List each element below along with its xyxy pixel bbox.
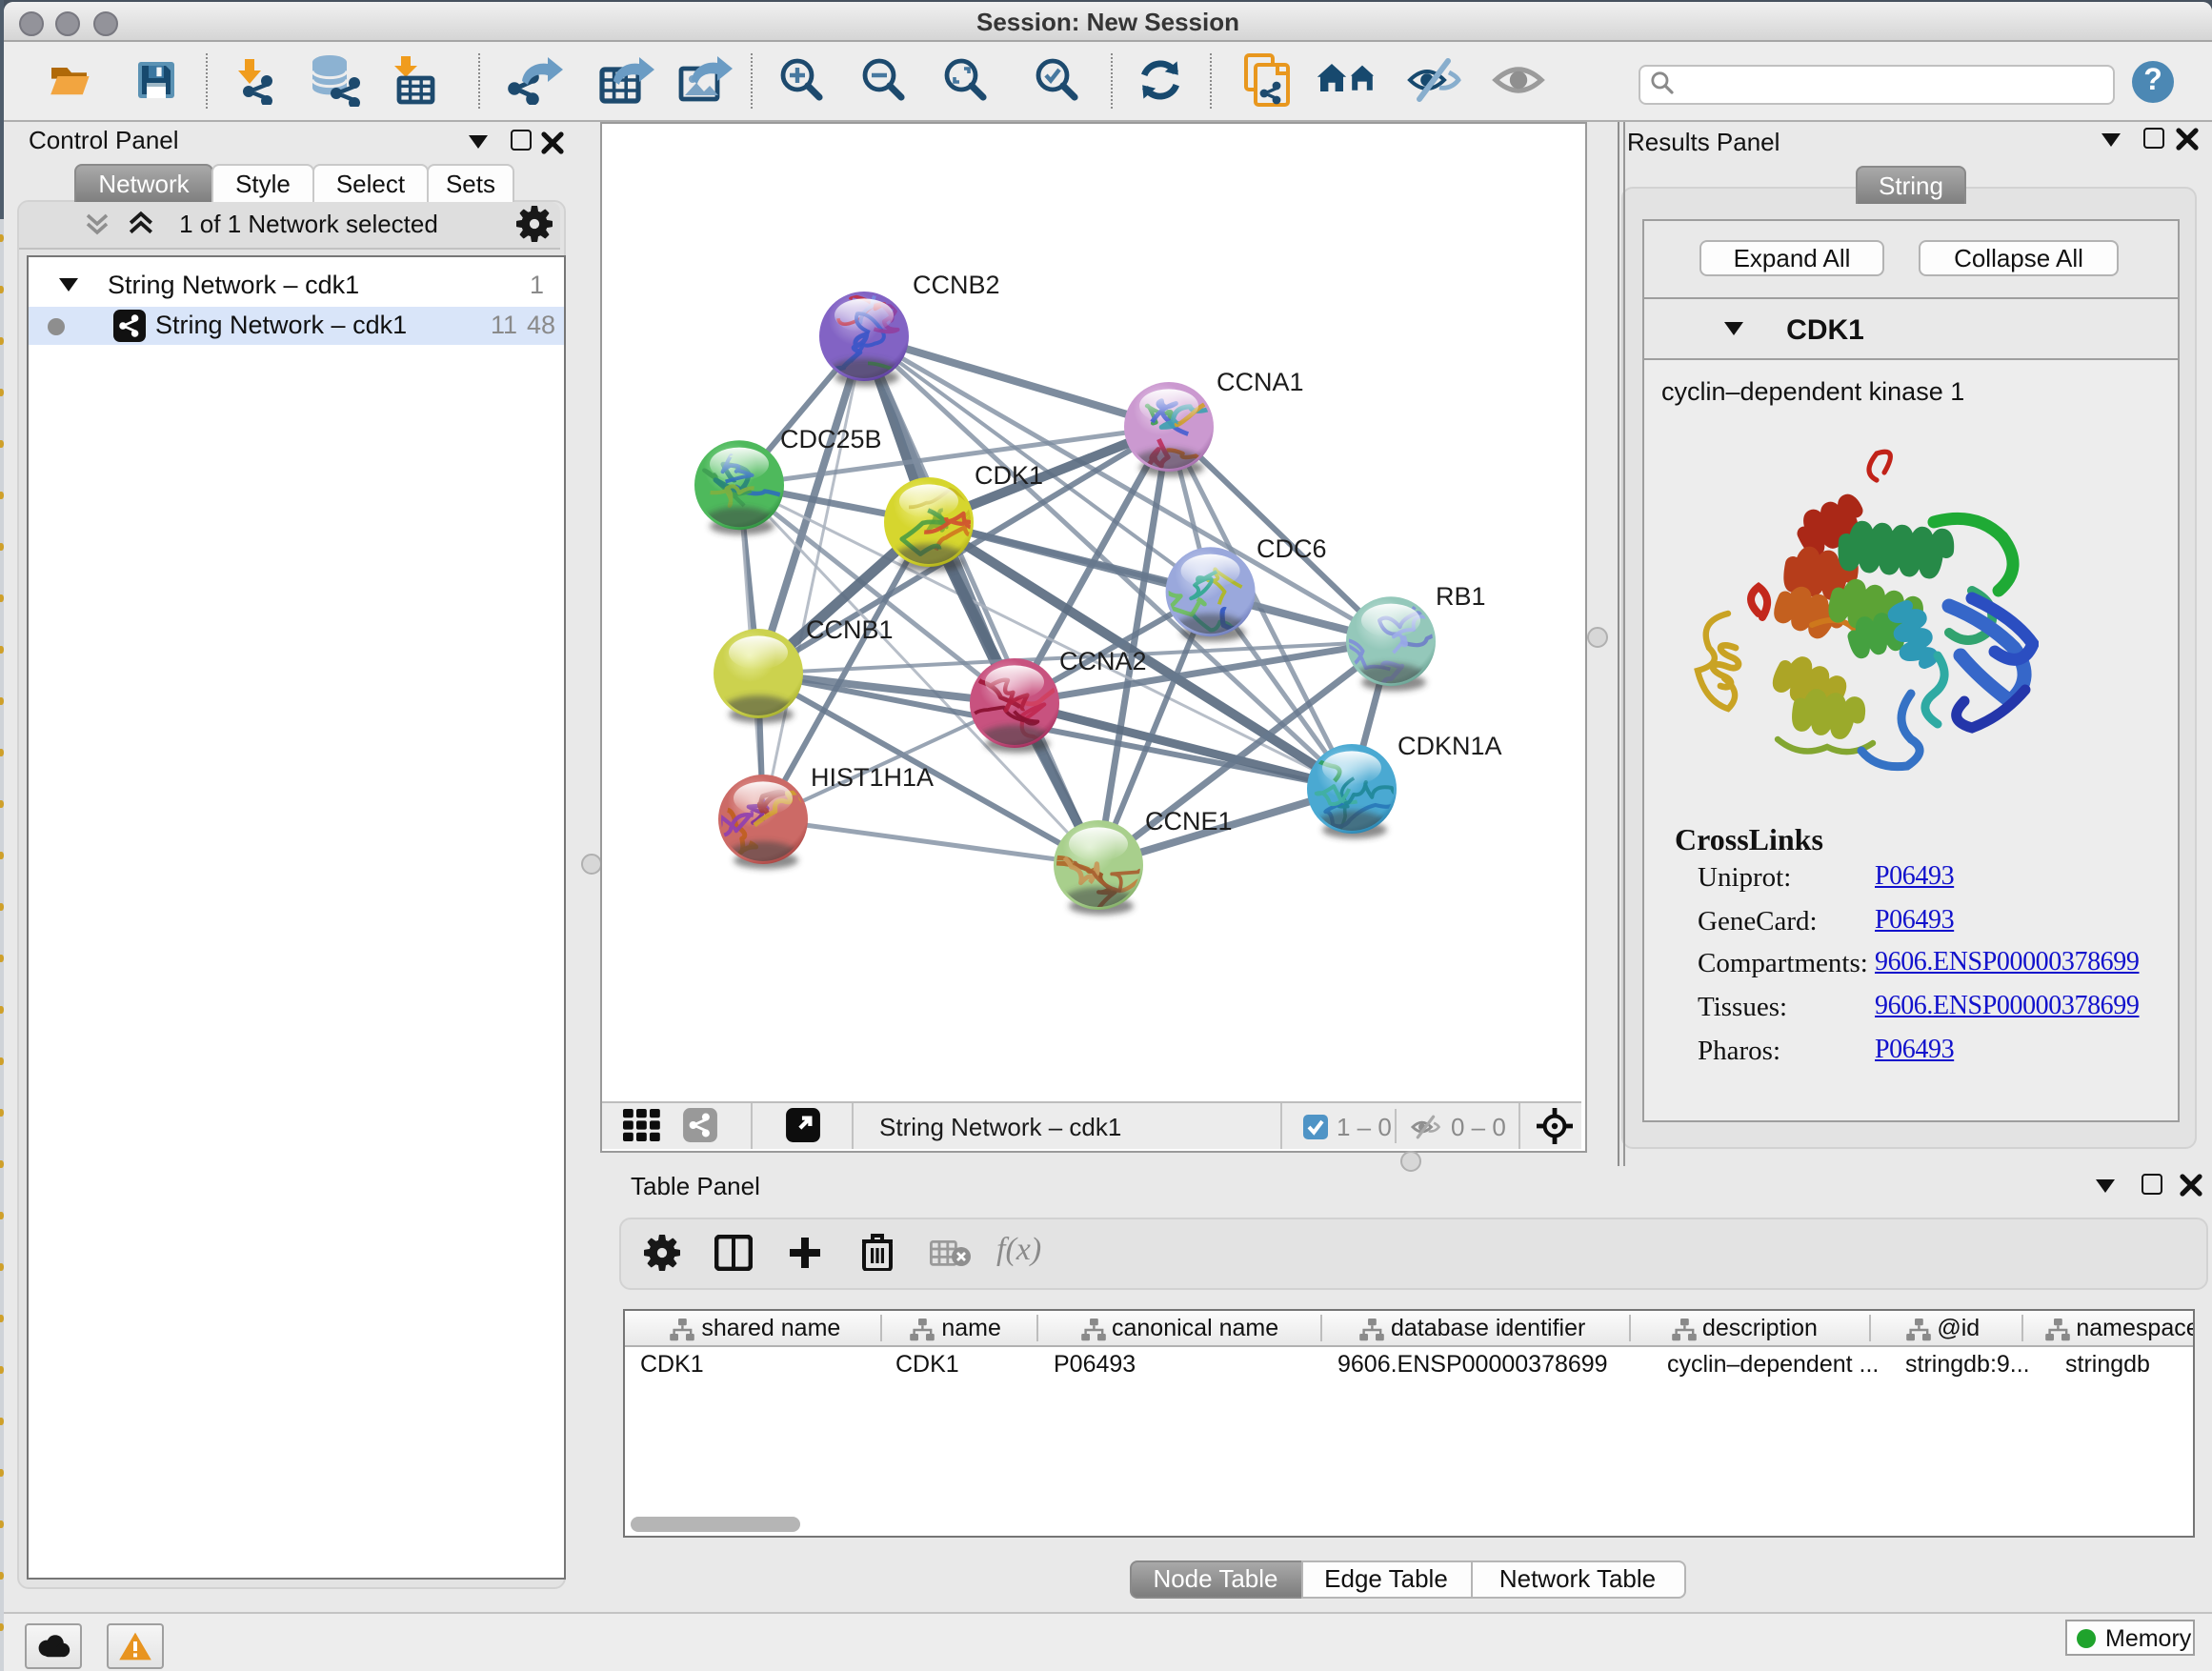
svg-text:HIST1H1A: HIST1H1A bbox=[810, 762, 933, 791]
svg-text:CCNB1: CCNB1 bbox=[805, 614, 893, 643]
svg-text:CCNE1: CCNE1 bbox=[1144, 806, 1232, 835]
svg-text:CDK1: CDK1 bbox=[974, 460, 1042, 489]
svg-text:CCNA2: CCNA2 bbox=[1058, 646, 1146, 674]
svg-text:CCNB2: CCNB2 bbox=[912, 270, 999, 298]
svg-text:CDC6: CDC6 bbox=[1256, 534, 1326, 562]
svg-text:RB1: RB1 bbox=[1435, 581, 1485, 610]
svg-text:CCNA1: CCNA1 bbox=[1216, 367, 1303, 395]
svg-text:CDC25B: CDC25B bbox=[779, 424, 881, 453]
svg-text:CDKN1A: CDKN1A bbox=[1397, 731, 1501, 759]
